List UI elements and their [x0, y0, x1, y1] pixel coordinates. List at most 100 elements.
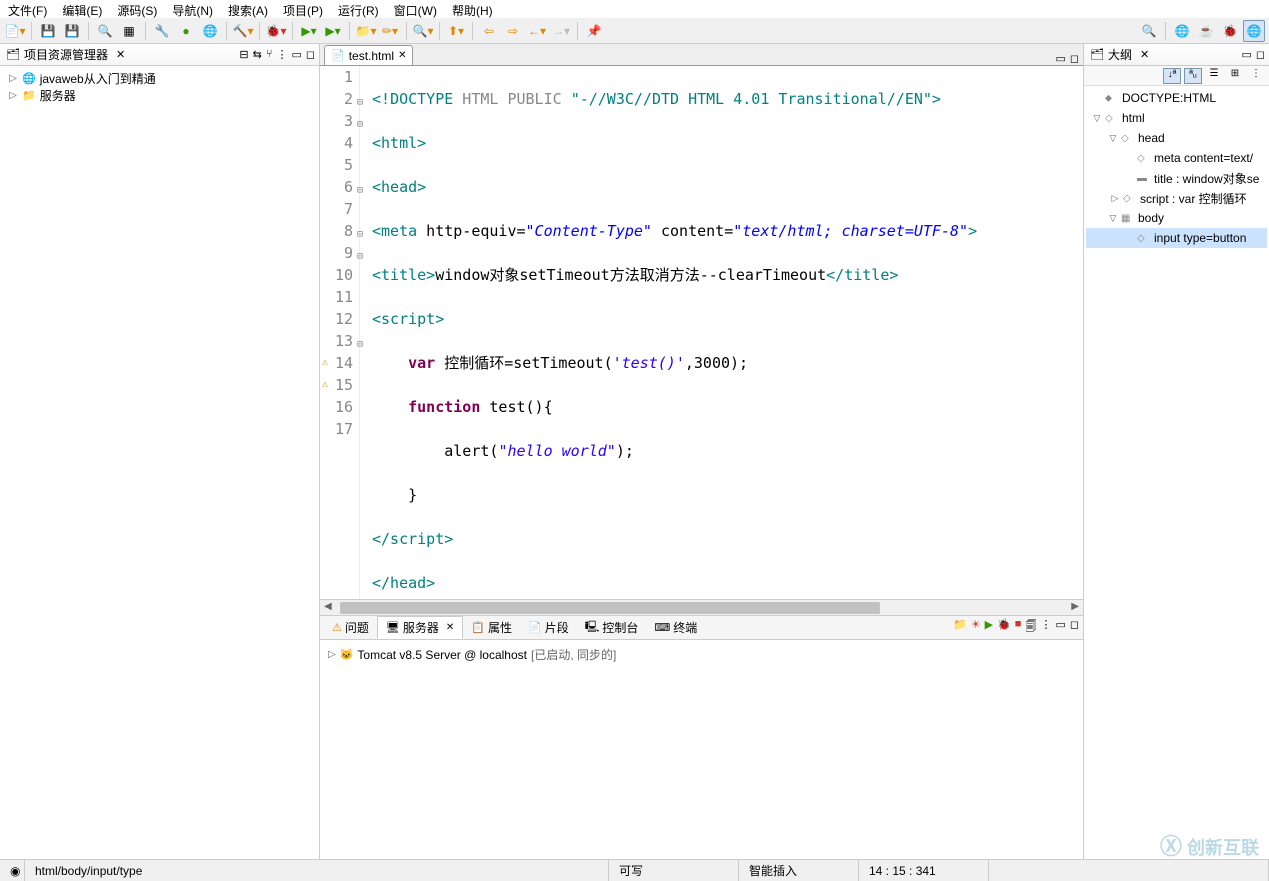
scroll-right-icon[interactable]: ▶ — [1071, 601, 1079, 612]
menu-file[interactable]: 文件(F) — [8, 2, 47, 16]
scrollbar-thumb[interactable] — [340, 602, 880, 614]
menu-run[interactable]: 运行(R) — [338, 2, 379, 16]
nav-up-button[interactable]: ⬆▾ — [445, 20, 467, 42]
tab-snippets[interactable]: 📄片段 — [520, 617, 577, 638]
debug-button[interactable]: 🐞▾ — [265, 20, 287, 42]
save-all-button[interactable]: 💾 — [61, 20, 83, 42]
close-icon[interactable]: ✕ — [1140, 48, 1149, 61]
outline-item[interactable]: ◇input type=button — [1086, 228, 1267, 248]
new-button[interactable]: 📄▾ — [4, 20, 26, 42]
horizontal-scrollbar[interactable]: ◀ ▶ — [320, 599, 1083, 615]
tab-problems[interactable]: ⚠问题 — [324, 617, 377, 638]
editor-tab[interactable]: 📄 test.html ✕ — [324, 45, 413, 65]
menu-edit[interactable]: 编辑(E) — [62, 2, 102, 16]
tab-terminal[interactable]: ⌨终端 — [646, 617, 705, 638]
expand-arrow-icon[interactable]: ▷ — [328, 649, 336, 660]
menu-window[interactable]: 窗口(W) — [394, 2, 437, 16]
wrench-button[interactable]: 🔧 — [151, 20, 173, 42]
menu-search[interactable]: 搜索(A) — [228, 2, 268, 16]
start-server-icon[interactable]: ▶ — [985, 618, 993, 637]
menu-help[interactable]: 帮助(H) — [452, 2, 493, 16]
close-icon[interactable]: ✕ — [398, 50, 406, 61]
new-server-icon[interactable]: 📁 — [953, 618, 967, 637]
sort-az-icon[interactable]: ªᵤ — [1184, 68, 1202, 84]
hide2-icon[interactable]: ⊞ — [1226, 68, 1244, 84]
nav-last-button[interactable]: ⇦ — [478, 20, 500, 42]
tree-item-servers[interactable]: ▷ 📁 服务器 — [4, 87, 315, 104]
outline-item[interactable]: ▷◇script : var 控制循环 — [1086, 188, 1267, 208]
forward-button[interactable]: →▾ — [550, 20, 572, 42]
maximize-icon[interactable]: ◻ — [1070, 52, 1079, 65]
maximize-icon[interactable]: ◻ — [1070, 618, 1079, 637]
menu-navigate[interactable]: 导航(N) — [172, 2, 213, 16]
project-tree: ▷ 🌐 javaweb从入门到精通 ▷ 📁 服务器 — [0, 66, 319, 859]
outline-item[interactable]: ◇meta content=text/ — [1086, 148, 1267, 168]
maximize-icon[interactable]: ◻ — [306, 48, 315, 61]
menu-source[interactable]: 源码(S) — [117, 2, 157, 16]
close-icon[interactable]: ✕ — [116, 48, 125, 61]
code-content[interactable]: <!DOCTYPE HTML PUBLIC "-//W3C//DTD HTML … — [360, 66, 1083, 599]
outline-item[interactable]: ▽◇head — [1086, 128, 1267, 148]
sort-icon[interactable]: ↓ª — [1163, 68, 1181, 84]
publish-icon[interactable]: 🗐 — [1025, 618, 1036, 637]
view-menu-icon[interactable]: ⋮ — [276, 48, 287, 61]
perspective-jee-button[interactable]: 🌐 — [1171, 20, 1193, 42]
stop-icon[interactable]: ■ — [1015, 618, 1022, 637]
pin-button[interactable]: 📌 — [583, 20, 605, 42]
search-ext-button[interactable]: 🔍▾ — [412, 20, 434, 42]
project-explorer-title[interactable]: 项目资源管理器 — [24, 46, 108, 63]
stop-server-icon[interactable]: ☀ — [971, 618, 981, 637]
close-icon[interactable]: ✕ — [446, 622, 454, 633]
console-icon: 🖳 — [585, 618, 600, 637]
tab-servers[interactable]: 🖥服务器✕ — [377, 616, 463, 639]
perspective-java-button[interactable]: ☕ — [1195, 20, 1217, 42]
expand-arrow-icon[interactable]: ▷ — [8, 73, 18, 84]
run-ext-button[interactable]: ▶▾ — [322, 20, 344, 42]
tab-console[interactable]: 🖳控制台 — [577, 616, 647, 639]
status-empty — [989, 860, 1269, 881]
expand-arrow-icon[interactable]: ▷ — [8, 90, 18, 101]
code-editor[interactable]: 1 2⊟ 3⊟ 4 5 6⊟ 7 8⊟ 9⊟ 10 11 12 13⊟ ⚠14 … — [320, 66, 1083, 599]
minimize-icon[interactable]: ▭ — [1055, 618, 1065, 637]
more-icon[interactable]: ⋮ — [1247, 68, 1265, 84]
run-button[interactable]: ▶▾ — [298, 20, 320, 42]
debug-server-icon[interactable]: 🐞 — [997, 618, 1011, 637]
minimize-icon[interactable]: ▭ — [1241, 48, 1251, 61]
separator — [88, 22, 89, 40]
wand-button[interactable]: ✏▾ — [379, 20, 401, 42]
tab-label: test.html — [349, 49, 394, 63]
tab-properties[interactable]: 📋属性 — [463, 617, 520, 638]
separator — [145, 22, 146, 40]
nav-next-button[interactable]: ⇨ — [502, 20, 524, 42]
project-explorer-header: 🗂 项目资源管理器 ✕ ⊟ ⇆ ⑂ ⋮ ▭ ◻ — [0, 44, 319, 66]
filter-icon[interactable]: ⑂ — [266, 48, 273, 61]
link-editor-icon[interactable]: ⇆ — [253, 48, 262, 61]
server-item[interactable]: ▷ 🐱 Tomcat v8.5 Server @ localhost [已启动,… — [324, 644, 1079, 665]
toggle-button[interactable]: ▦ — [118, 20, 140, 42]
outline-item[interactable]: ▽◇html — [1086, 108, 1267, 128]
outline-item[interactable]: ▽▦body — [1086, 208, 1267, 228]
zoom-button[interactable]: 🔍 — [94, 20, 116, 42]
perspective-web-button[interactable]: 🌐 — [1243, 20, 1265, 42]
save-button[interactable]: 💾 — [37, 20, 59, 42]
outline-item[interactable]: ⬥DOCTYPE:HTML — [1086, 88, 1267, 108]
globe-button[interactable]: 🌐 — [199, 20, 221, 42]
view-menu-icon[interactable]: ⋮ — [1040, 618, 1051, 637]
outline-title[interactable]: 大纲 — [1108, 46, 1132, 63]
status-light-icon[interactable]: ◉ — [0, 860, 25, 881]
collapse-all-icon[interactable]: ⊟ — [239, 48, 248, 61]
minimize-icon[interactable]: ▭ — [1055, 52, 1065, 65]
tree-item-project[interactable]: ▷ 🌐 javaweb从入门到精通 — [4, 70, 315, 87]
perspective-debug-button[interactable]: 🐞 — [1219, 20, 1241, 42]
back-button[interactable]: ←▾ — [526, 20, 548, 42]
hide-icon[interactable]: ☰ — [1205, 68, 1223, 84]
maximize-icon[interactable]: ◻ — [1256, 48, 1265, 61]
build-button[interactable]: 🔨▾ — [232, 20, 254, 42]
new-class-button[interactable]: 📁▾ — [355, 20, 377, 42]
outline-item[interactable]: ▬title : window对象se — [1086, 168, 1267, 188]
server-button[interactable]: ● — [175, 20, 197, 42]
scroll-left-icon[interactable]: ◀ — [324, 601, 332, 612]
quick-access-button[interactable]: 🔍 — [1138, 20, 1160, 42]
menu-project[interactable]: 项目(P) — [283, 2, 323, 16]
minimize-icon[interactable]: ▭ — [291, 48, 301, 61]
